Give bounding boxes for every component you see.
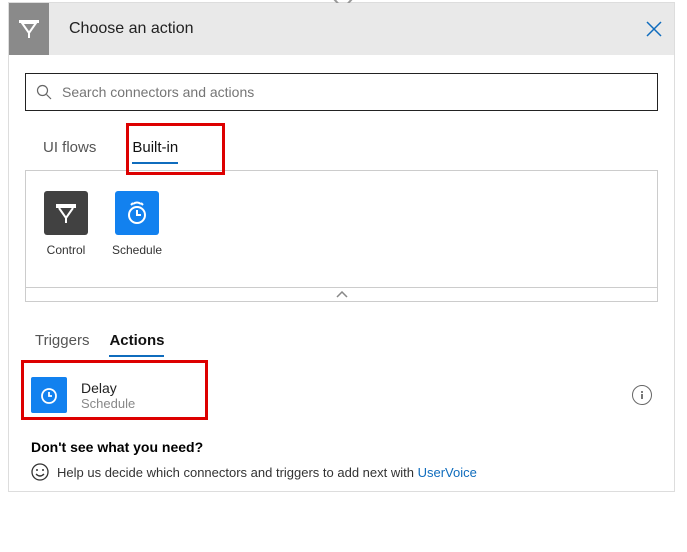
action-title: Delay [81,380,618,396]
tile-control[interactable]: Control [44,191,88,257]
search-box[interactable] [25,73,658,111]
tab-ui-flows[interactable]: UI flows [25,129,114,166]
footer-heading: Don't see what you need? [31,439,652,455]
chevron-up-icon [336,291,348,299]
panel-title: Choose an action [69,20,634,38]
panel-header: Choose an action [9,3,674,55]
tab-actions[interactable]: Actions [109,328,164,357]
category-tabs: UI flows Built-in [25,129,658,166]
schedule-icon [115,191,159,235]
tile-schedule[interactable]: Schedule [112,191,162,257]
smiley-icon [31,463,49,481]
close-button[interactable] [634,9,674,49]
action-delay[interactable]: Delay Schedule [25,369,658,421]
search-icon [36,84,52,100]
collapse-toggle[interactable] [25,288,658,302]
tile-schedule-label: Schedule [112,243,162,257]
info-icon [637,390,647,400]
close-icon [646,21,662,37]
action-subtitle: Schedule [81,396,618,411]
control-icon [44,191,88,235]
action-text: Delay Schedule [81,380,618,411]
footer-text: Help us decide which connectors and trig… [57,465,477,480]
action-info-button[interactable] [632,385,652,405]
connector-tiles: Control Schedule [25,170,658,288]
delay-icon [31,377,67,413]
tab-triggers[interactable]: Triggers [35,328,89,357]
footer: Don't see what you need? Help us decide … [25,439,658,481]
tab-built-in[interactable]: Built-in [114,129,196,166]
tile-control-label: Control [47,243,86,257]
action-list: Delay Schedule [25,369,658,421]
search-input[interactable] [62,84,647,100]
panel-header-icon [9,3,49,55]
uservoice-link[interactable]: UserVoice [418,465,477,480]
choose-action-panel: Choose an action UI flows Built-in Contr… [8,2,675,492]
list-tabs: Triggers Actions [35,328,648,357]
